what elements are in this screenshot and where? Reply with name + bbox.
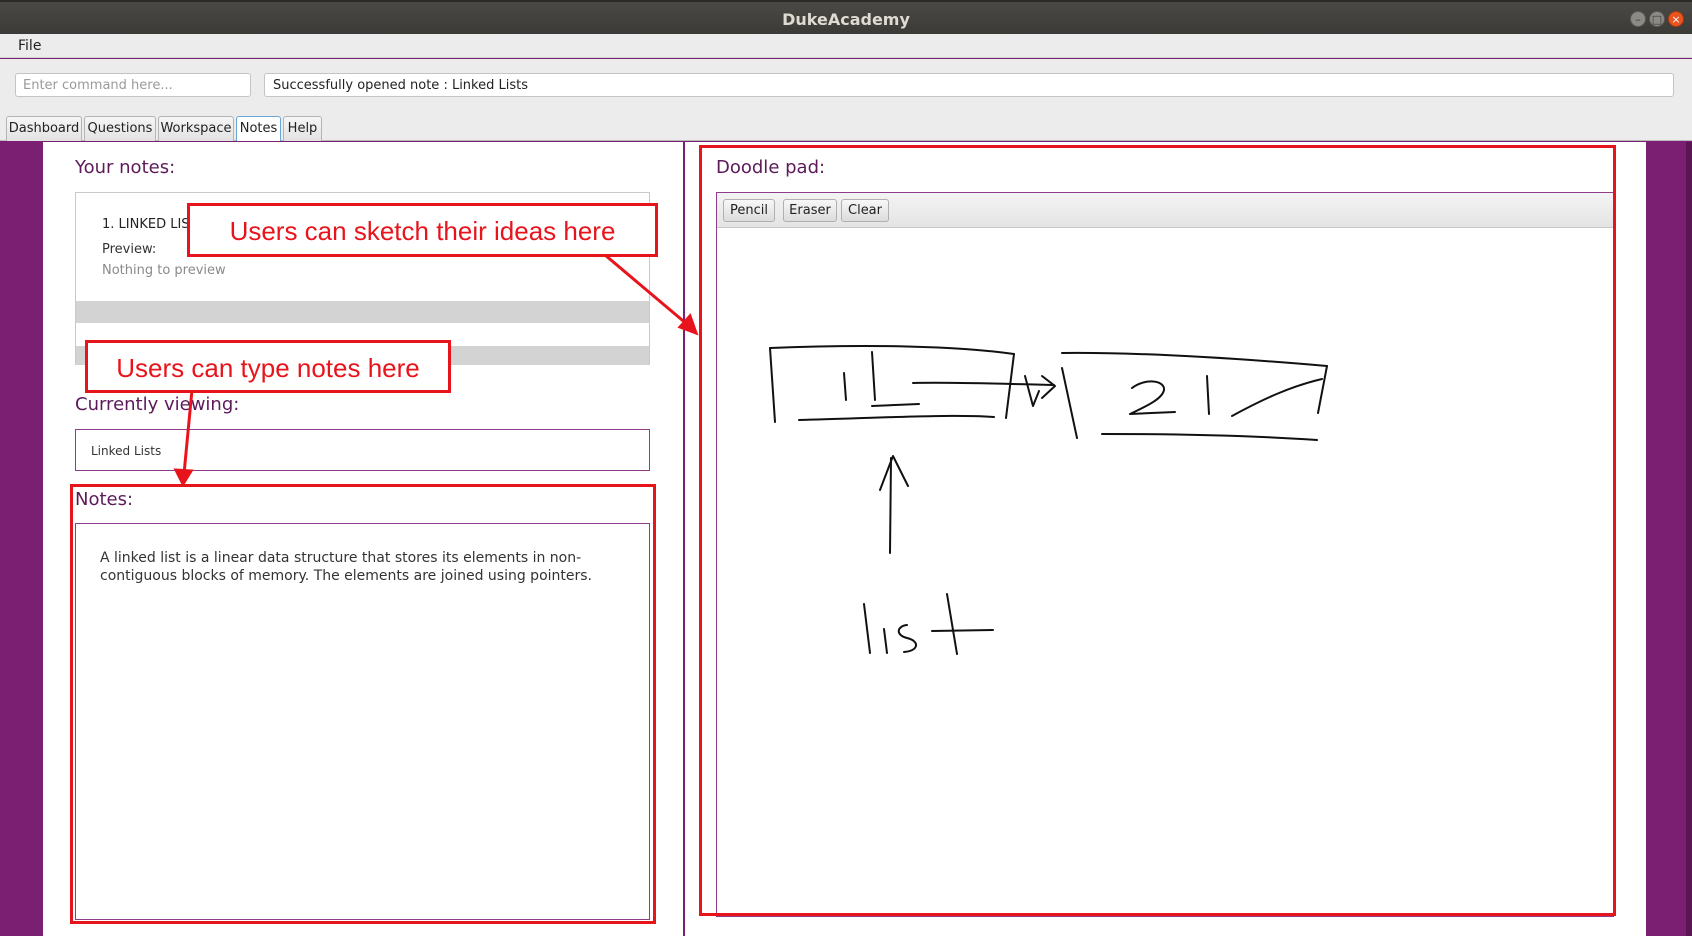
- minimize-icon[interactable]: –: [1630, 11, 1646, 27]
- menu-bar: File: [0, 34, 1692, 58]
- tab-workspace[interactable]: Workspace: [158, 116, 234, 141]
- annotation-doodle-outline: [699, 145, 1616, 916]
- tab-questions[interactable]: Questions: [84, 116, 156, 141]
- currently-viewing-value: Linked Lists: [91, 444, 162, 458]
- tab-notes[interactable]: Notes: [236, 116, 281, 141]
- menu-file[interactable]: File: [18, 38, 41, 54]
- window-title-bar: DukeAcademy – □ ×: [0, 0, 1692, 34]
- tab-dashboard[interactable]: Dashboard: [6, 116, 82, 141]
- annotation-notes-outline: [70, 484, 656, 924]
- window-title: DukeAcademy: [782, 10, 910, 29]
- currently-viewing-field: Linked Lists: [75, 429, 650, 471]
- command-input[interactable]: [15, 73, 251, 97]
- annotation-sketch-label: Users can sketch their ideas here: [187, 203, 658, 257]
- note-preview-label: Preview:: [102, 242, 157, 257]
- close-icon[interactable]: ×: [1668, 11, 1684, 27]
- command-bar: Successfully opened note : Linked Lists: [0, 59, 1692, 111]
- your-notes-heading: Your notes:: [75, 157, 176, 178]
- annotation-type-label: Users can type notes here: [85, 340, 451, 393]
- tab-help[interactable]: Help: [283, 116, 322, 141]
- tab-bar: Dashboard Questions Workspace Notes Help: [0, 111, 1692, 141]
- maximize-icon[interactable]: □: [1649, 11, 1665, 27]
- window-controls: – □ ×: [1630, 11, 1684, 27]
- list-item-empty: [76, 301, 649, 323]
- window-edge: [1686, 142, 1692, 936]
- result-display: Successfully opened note : Linked Lists: [264, 73, 1674, 97]
- currently-viewing-heading: Currently viewing:: [75, 394, 240, 415]
- note-preview-text: Nothing to preview: [102, 263, 226, 278]
